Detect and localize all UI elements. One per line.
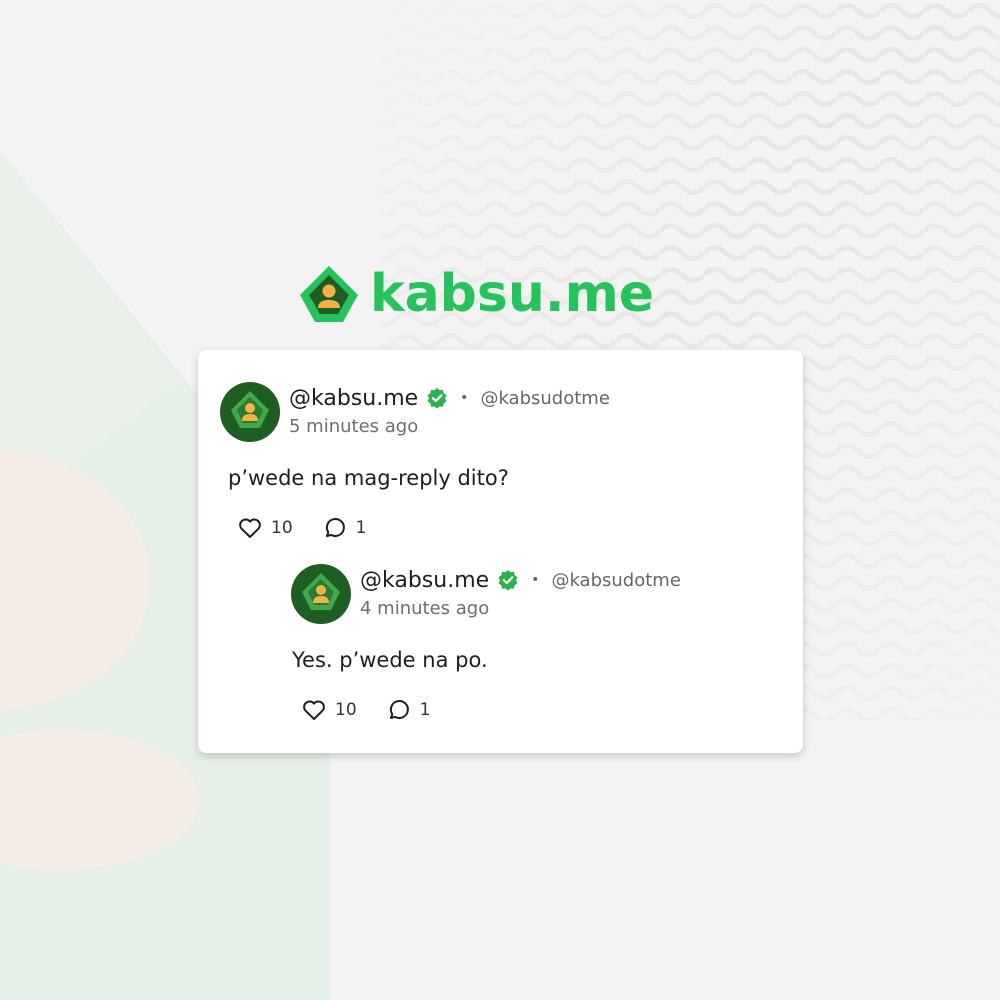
author-handle[interactable]: @kabsu.me	[360, 568, 489, 593]
reply-timestamp: 4 minutes ago	[360, 598, 490, 619]
verified-badge-icon	[497, 569, 519, 591]
avatar[interactable]	[220, 382, 280, 442]
author-username[interactable]: @kabsudotme	[551, 570, 680, 591]
post-actions: 10 1	[238, 516, 366, 540]
comment-button[interactable]: 1	[323, 516, 367, 540]
heart-icon	[303, 700, 325, 720]
post-card: @kabsu.me • @kabsudotme 5 minutes ago p’…	[198, 350, 803, 753]
like-button[interactable]: 10	[302, 699, 357, 721]
comment-count: 1	[419, 700, 431, 720]
verified-badge-icon	[426, 387, 448, 409]
heart-icon	[239, 518, 261, 538]
separator-dot: •	[531, 572, 540, 588]
author-username[interactable]: @kabsudotme	[480, 388, 609, 409]
reply-content: Yes. p’wede na po.	[292, 648, 488, 672]
like-button[interactable]: 10	[238, 517, 293, 539]
post-timestamp: 5 minutes ago	[289, 416, 419, 437]
separator-dot: •	[460, 390, 469, 406]
like-count: 10	[335, 700, 357, 720]
comment-button[interactable]: 1	[387, 698, 431, 722]
comment-icon	[389, 700, 409, 719]
brand-logo[interactable]: kabsu.me	[298, 262, 654, 326]
post-content: p’wede na mag-reply dito?	[228, 466, 509, 490]
reply-actions: 10 1	[302, 698, 430, 722]
comment-count: 1	[355, 518, 367, 538]
like-count: 10	[271, 518, 293, 538]
reply-post: @kabsu.me • @kabsudotme 4 minutes ago	[291, 564, 681, 624]
comment-icon	[325, 518, 345, 537]
author-handle[interactable]: @kabsu.me	[289, 386, 418, 411]
avatar[interactable]	[291, 564, 351, 624]
main-post: @kabsu.me • @kabsudotme 5 minutes ago	[220, 382, 610, 442]
brand-name: kabsu.me	[370, 264, 655, 324]
kabsu-logo-icon	[300, 266, 358, 322]
